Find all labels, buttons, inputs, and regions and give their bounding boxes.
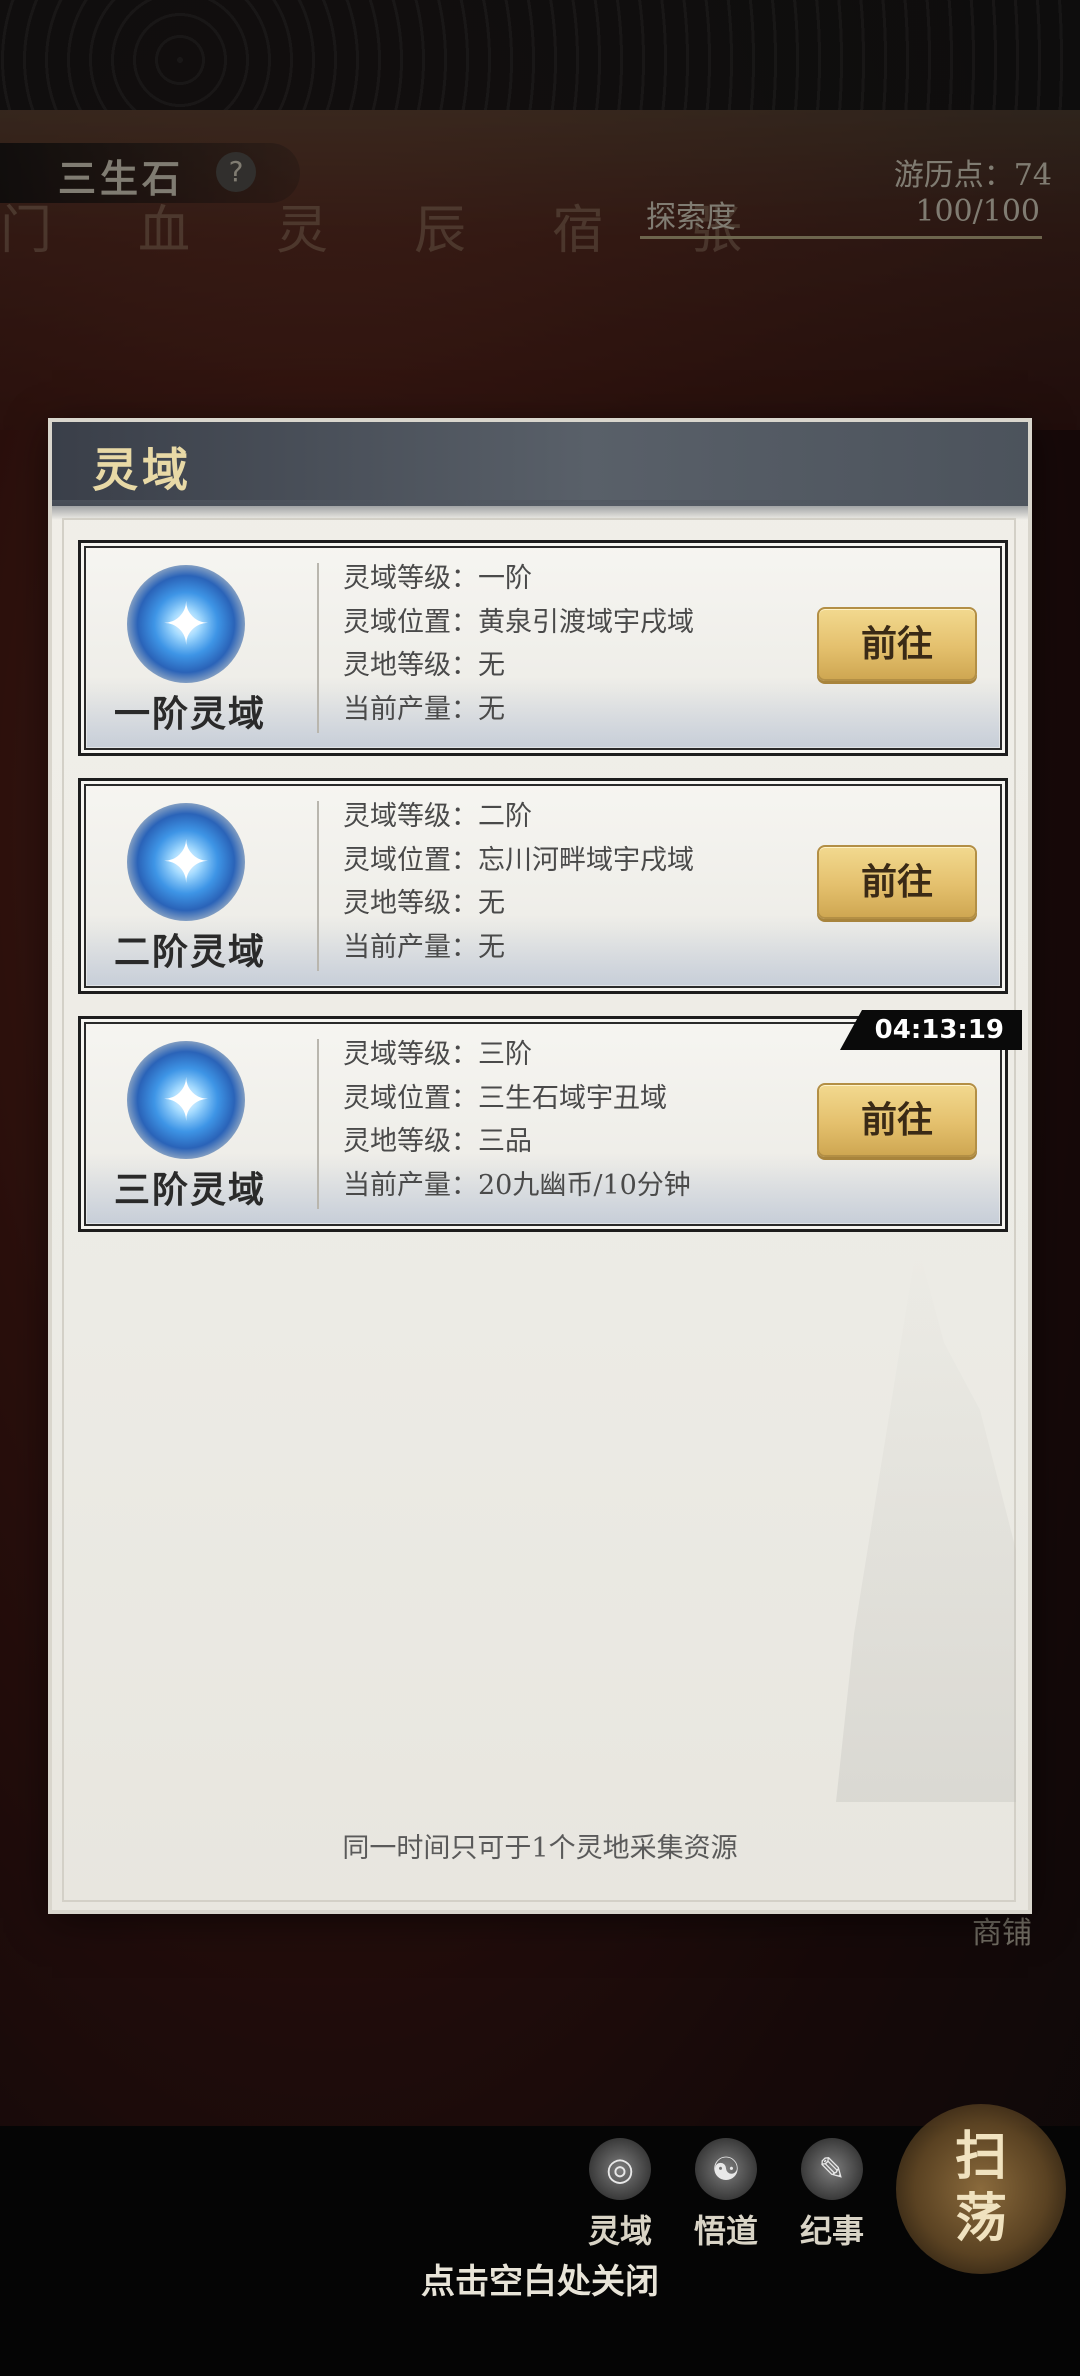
dialog-title: 灵域 <box>92 443 192 497</box>
domain-info: 灵域等级：三阶 灵域位置：三生石域宇丑域 灵地等级：三品 当前产量：20九幽币/… <box>343 1033 691 1207</box>
domain-location: 灵域位置：三生石域宇丑域 <box>343 1082 667 1114</box>
spirit-orb-icon: ✦ <box>111 561 261 691</box>
domain-name: 二阶灵域 <box>113 931 266 973</box>
enlightenment-icon: ☯ <box>695 2138 757 2200</box>
chronicle-book-icon: ✎ <box>801 2138 863 2200</box>
domain-name: 一阶灵域 <box>113 693 266 735</box>
sweep-label: 扫荡 <box>954 2126 1007 2249</box>
land-grade: 灵地等级：无 <box>343 888 505 919</box>
card-divider <box>317 563 319 733</box>
land-grade: 灵地等级：三品 <box>343 1126 532 1157</box>
spirit-domain-icon: ◎ <box>589 2138 651 2200</box>
domain-location: 灵域位置：黄泉引渡域宇戌域 <box>343 606 694 638</box>
spirit-orb-icon: ✦ <box>111 1037 261 1167</box>
domain-info: 灵域等级：二阶 灵域位置：忘川河畔域宇戌域 灵地等级：无 当前产量：无 <box>343 795 694 969</box>
spirit-domain-dialog: 灵域 ✦ 一阶灵域 灵域等级：一阶 灵域位置：黄泉引渡域宇戌域 灵地等级：无 当… <box>52 422 1028 1910</box>
spirit-orb-icon: ✦ <box>111 799 261 929</box>
dialog-header: 灵域 <box>52 422 1028 520</box>
domain-card: ✦ 一阶灵域 灵域等级：一阶 灵域位置：黄泉引渡域宇戌域 灵地等级：无 当前产量… <box>78 540 1008 756</box>
nav-chronicle[interactable]: ✎ 纪事 <box>784 2138 880 2252</box>
land-grade: 灵地等级：无 <box>343 650 505 681</box>
go-button[interactable]: 前往 <box>817 845 977 919</box>
current-output: 当前产量：无 <box>343 931 505 963</box>
nav-spirit-domain[interactable]: ◎ 灵域 <box>572 2138 668 2252</box>
countdown-timer: 04:13:19 <box>840 1010 1022 1050</box>
nav-enlightenment[interactable]: ☯ 悟道 <box>678 2138 774 2252</box>
mountain-ink-decoration <box>836 1242 1016 1802</box>
close-hint: 点击空白处关闭 <box>421 2262 659 2302</box>
card-divider <box>317 1039 319 1209</box>
domain-info: 灵域等级：一阶 灵域位置：黄泉引渡域宇戌域 灵地等级：无 当前产量：无 <box>343 557 694 731</box>
sweep-button[interactable]: 扫荡 <box>896 2104 1066 2274</box>
go-button[interactable]: 前往 <box>817 607 977 681</box>
nav-label: 灵域 <box>587 2212 652 2250</box>
domain-location: 灵域位置：忘川河畔域宇戌域 <box>343 844 694 876</box>
current-output: 当前产量：20九幽币/10分钟 <box>343 1169 691 1201</box>
domain-name: 三阶灵域 <box>113 1169 266 1211</box>
domain-card: ✦ 二阶灵域 灵域等级：二阶 灵域位置：忘川河畔域宇戌域 灵地等级：无 当前产量… <box>78 778 1008 994</box>
card-divider <box>317 801 319 971</box>
nav-label: 悟道 <box>693 2212 758 2250</box>
nav-label: 纪事 <box>799 2212 864 2250</box>
domain-level: 灵域等级：三阶 <box>343 1039 532 1070</box>
go-button[interactable]: 前往 <box>817 1083 977 1157</box>
domain-level: 灵域等级：二阶 <box>343 801 532 832</box>
domain-level: 灵域等级：一阶 <box>343 563 532 594</box>
footer-note: 同一时间只可于1个灵地采集资源 <box>342 1833 738 1864</box>
current-output: 当前产量：无 <box>343 693 505 725</box>
